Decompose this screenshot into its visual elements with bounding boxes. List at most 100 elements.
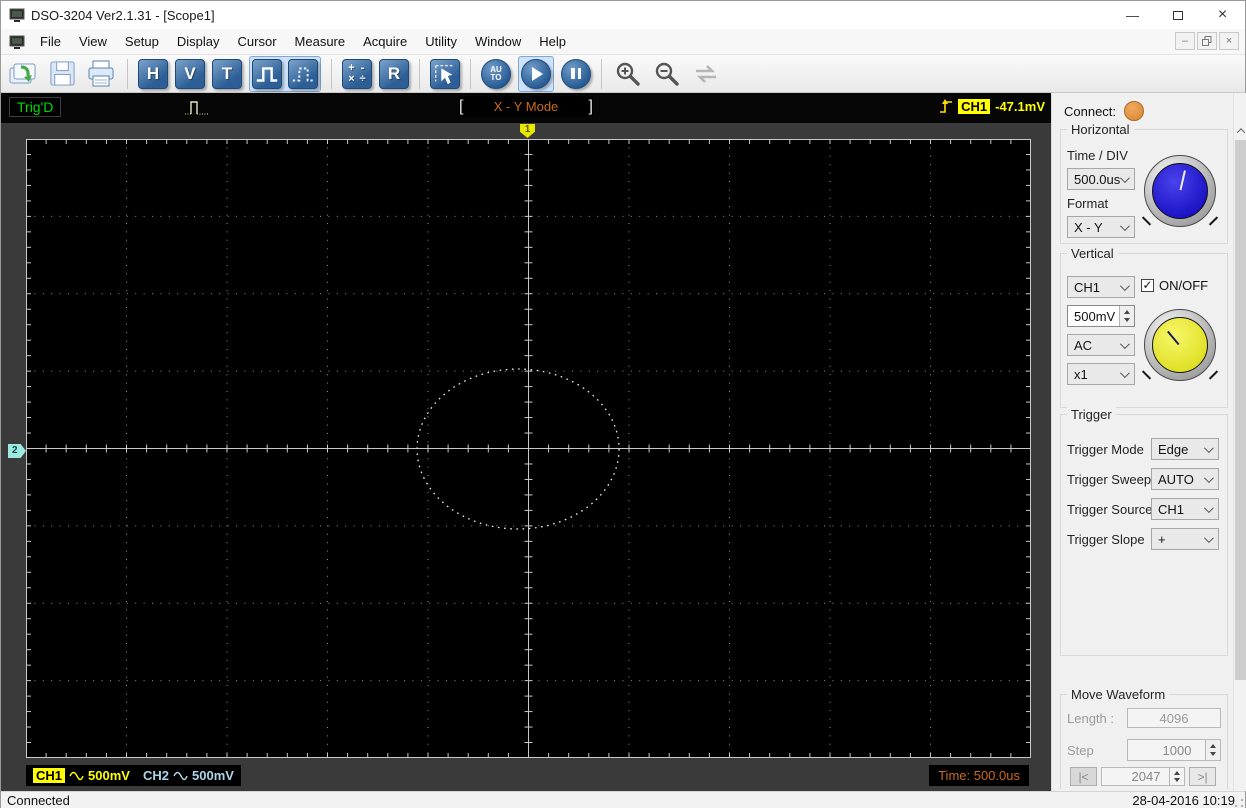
chevron-down-icon	[1203, 473, 1214, 484]
toolbar-separator	[419, 58, 420, 89]
mdi-close-icon[interactable]: ×	[1219, 32, 1239, 50]
menu-file[interactable]: File	[31, 30, 70, 53]
chevron-down-icon	[1119, 368, 1130, 379]
move-waveform-group: Move Waveform Length : 4096 Step 1000 |<…	[1060, 687, 1228, 789]
run-button[interactable]	[521, 58, 551, 89]
knob-indicator	[1167, 330, 1180, 346]
menubar: File View Setup Display Cursor Measure A…	[1, 29, 1245, 55]
horizontal-knob-face	[1152, 163, 1208, 219]
mdi-minimize-icon[interactable]: –	[1175, 32, 1195, 50]
minimize-icon[interactable]: —	[1110, 1, 1155, 29]
cursor-measure-button[interactable]	[430, 58, 460, 89]
menu-setup[interactable]: Setup	[116, 30, 168, 53]
trigger-source-select[interactable]: CH1	[1151, 498, 1219, 520]
toolbar-separator	[331, 58, 332, 89]
knob-indicator	[1179, 170, 1186, 191]
trigger-group-title: Trigger	[1067, 407, 1116, 422]
maximize-icon[interactable]	[1155, 1, 1200, 29]
chevron-down-icon	[1203, 533, 1214, 544]
vertical-setup-button[interactable]: V	[175, 58, 205, 89]
auto-icon: AU TO	[490, 64, 502, 82]
vertical-knob[interactable]	[1144, 309, 1216, 381]
position-stepper[interactable]: 2047	[1101, 767, 1185, 786]
pulse-solid-button[interactable]	[252, 58, 282, 89]
stepper-arrows[interactable]	[1169, 768, 1184, 785]
spin-down-icon[interactable]	[1174, 778, 1180, 782]
mdi-restore-icon[interactable]	[1197, 32, 1217, 50]
ch1-coupling-sine-icon	[69, 771, 84, 780]
pause-icon	[571, 68, 581, 79]
channel2-position-marker[interactable]: 2	[8, 444, 26, 458]
horizontal-setup-button[interactable]: H	[138, 58, 168, 89]
stepper-arrows[interactable]	[1119, 306, 1134, 326]
pause-button[interactable]	[561, 58, 591, 89]
chevron-down-icon	[1203, 503, 1214, 514]
xy-waveform-plot	[25, 138, 1032, 759]
step-stepper[interactable]: 1000	[1127, 739, 1221, 761]
probe-attenuation-select[interactable]: x1	[1067, 363, 1135, 385]
control-panel: Connect: Horizontal Time / DIV 500.0us F…	[1051, 93, 1246, 791]
horizontal-knob[interactable]	[1144, 155, 1216, 227]
play-icon	[532, 66, 543, 81]
menu-acquire[interactable]: Acquire	[354, 30, 416, 53]
time-div-label: Time / DIV	[1067, 148, 1128, 163]
format-select[interactable]: X - Y	[1067, 216, 1135, 238]
statusbar: Connected 28-04-2016 10:19	[1, 791, 1245, 808]
trigger-slope-select[interactable]: +	[1151, 528, 1219, 550]
go-first-button[interactable]: |<	[1070, 767, 1097, 786]
scroll-up-icon[interactable]	[1235, 123, 1246, 138]
open-button[interactable]	[7, 59, 39, 89]
menu-window[interactable]: Window	[466, 30, 530, 53]
spin-down-icon[interactable]	[1124, 318, 1130, 322]
datetime-display: 28-04-2016 10:19	[1132, 793, 1235, 808]
channel-select[interactable]: CH1	[1067, 276, 1135, 298]
scope-status-bar: Trig'D [ X - Y Mode ] CH1 -47.1mV	[1, 93, 1051, 123]
trigger-sweep-select[interactable]: AUTO	[1151, 468, 1219, 490]
pulse-solid-icon	[256, 66, 278, 82]
stepper-arrows[interactable]	[1205, 740, 1220, 760]
display-mode-label: X - Y Mode	[493, 99, 559, 114]
channel1-position-marker[interactable]: 1	[520, 124, 535, 138]
graticule-plot	[25, 138, 1032, 759]
spin-up-icon[interactable]	[1210, 744, 1216, 748]
menu-help[interactable]: Help	[530, 30, 575, 53]
menu-display[interactable]: Display	[168, 30, 229, 53]
run-button-frame	[518, 55, 554, 92]
ch1-badge: CH1	[33, 768, 66, 783]
volt-scale-stepper[interactable]: 500mV	[1067, 305, 1135, 327]
pulse-dashed-button[interactable]	[288, 58, 318, 89]
panel-scrollbar[interactable]	[1233, 93, 1246, 791]
menu-cursor[interactable]: Cursor	[229, 30, 286, 53]
resize-grip[interactable]	[1235, 799, 1243, 807]
spin-up-icon[interactable]	[1124, 310, 1130, 314]
channel-onoff-checkbox[interactable]: ✓ ON/OFF	[1141, 278, 1208, 293]
trigger-readout: CH1 -47.1mV	[939, 97, 1045, 115]
sync-button[interactable]	[690, 59, 722, 89]
save-button[interactable]	[46, 59, 78, 89]
menu-utility[interactable]: Utility	[416, 30, 466, 53]
length-label: Length :	[1067, 711, 1114, 726]
zoom-in-icon	[616, 62, 640, 86]
zoom-in-button[interactable]	[612, 59, 644, 89]
menu-view[interactable]: View	[70, 30, 116, 53]
print-button[interactable]	[85, 59, 117, 89]
auto-setup-button[interactable]: AU TO	[481, 58, 511, 89]
trigger-slope-label: Trigger Slope	[1067, 532, 1145, 547]
pulse-button-group	[249, 55, 321, 92]
trigger-setup-button[interactable]: T	[212, 58, 242, 89]
close-icon[interactable]: ×	[1200, 1, 1245, 29]
math-icon: + - × ÷	[348, 61, 366, 85]
reference-button[interactable]: R	[379, 58, 409, 89]
trigger-mode-select[interactable]: Edge	[1151, 438, 1219, 460]
time-div-select[interactable]: 500.0us	[1067, 168, 1135, 190]
go-last-button[interactable]: >|	[1189, 767, 1216, 786]
math-button[interactable]: + - × ÷	[342, 58, 372, 89]
spin-down-icon[interactable]	[1210, 752, 1216, 756]
coupling-select[interactable]: AC	[1067, 334, 1135, 356]
channel-readout-bar: CH1 500mV CH2 500mV Time: 500.0us	[1, 764, 1051, 791]
zoom-out-button[interactable]	[651, 59, 683, 89]
scrollbar-thumb[interactable]	[1235, 140, 1246, 680]
spin-up-icon[interactable]	[1174, 771, 1180, 775]
menu-measure[interactable]: Measure	[286, 30, 355, 53]
horizontal-group: Horizontal Time / DIV 500.0us Format X -…	[1060, 122, 1228, 244]
